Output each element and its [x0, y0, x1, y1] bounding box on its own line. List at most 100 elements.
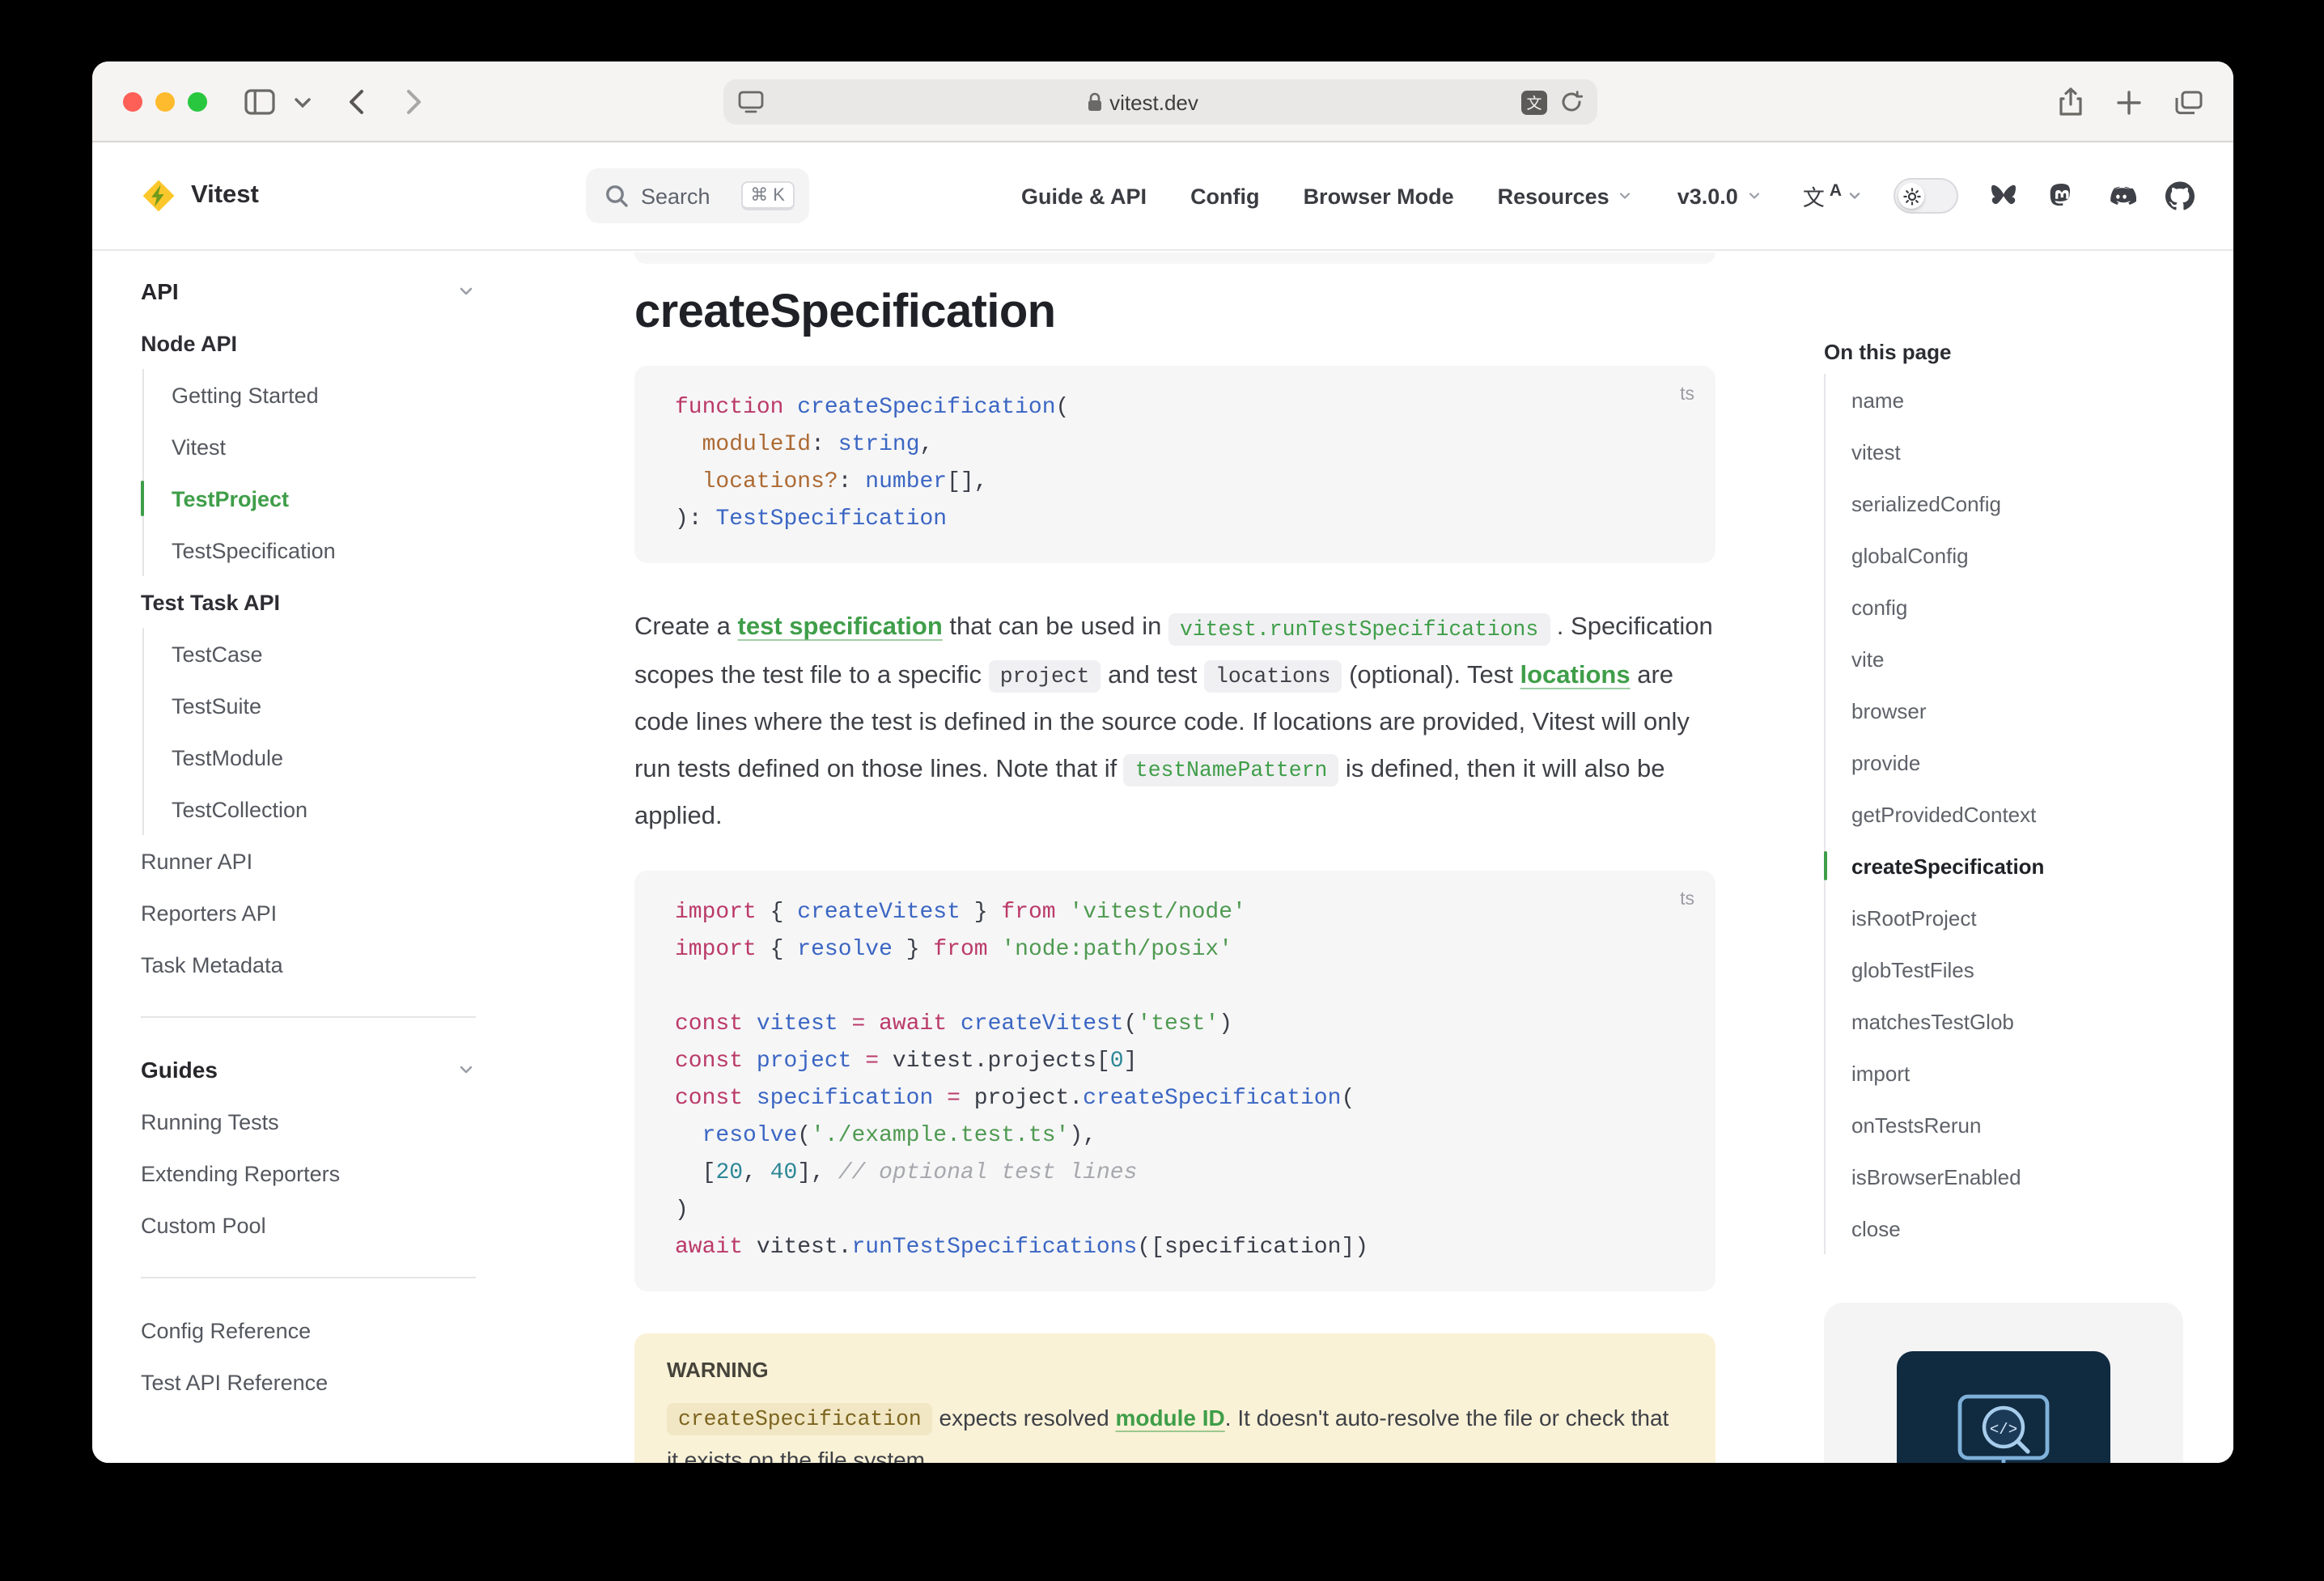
- sidebar-item-test-task-api[interactable]: Test Task API: [141, 576, 476, 628]
- sidebar-item-api[interactable]: API: [141, 265, 476, 317]
- mastodon-icon[interactable]: [2047, 181, 2076, 210]
- bluesky-icon[interactable]: [1989, 181, 2018, 210]
- sidebar-item-label: TestCollection: [172, 797, 307, 821]
- sidebar-item-test-api-reference[interactable]: Test API Reference: [141, 1356, 476, 1408]
- toc-item-globtestfiles[interactable]: globTestFiles: [1851, 943, 2199, 995]
- minimize-window-button[interactable]: [155, 91, 175, 111]
- toc-item-vite[interactable]: vite: [1851, 633, 2199, 685]
- code-token: vitest.: [743, 1234, 851, 1260]
- sidebar-item-label: Test API Reference: [141, 1370, 328, 1394]
- sidebar-item-testsuite[interactable]: TestSuite: [142, 680, 476, 731]
- nav-link-guide-api[interactable]: Guide & API: [1021, 184, 1147, 208]
- language-menu[interactable]: 文 A: [1803, 180, 1863, 212]
- sidebar-item-config-reference[interactable]: Config Reference: [141, 1304, 476, 1356]
- code-token: createVitest: [961, 1011, 1124, 1036]
- code-token: =: [947, 1085, 961, 1111]
- tab-overview-icon[interactable]: [2175, 90, 2203, 114]
- page-format-icon[interactable]: [738, 91, 764, 113]
- code-line: moduleId: string,: [675, 427, 1675, 464]
- sidebar-chevron-icon[interactable]: [295, 61, 311, 142]
- code-token: from: [933, 936, 987, 962]
- toc-item-getprovidedcontext[interactable]: getProvidedContext: [1851, 788, 2199, 840]
- code-token: specification: [757, 1085, 933, 1111]
- content-area[interactable]: createSpecification ts function createSp…: [531, 251, 2233, 1463]
- sidebar-item-label: Extending Reporters: [141, 1161, 340, 1185]
- share-icon[interactable]: [2059, 87, 2083, 117]
- code-token: 'node:path/posix': [1001, 936, 1232, 962]
- nav-link-browser-mode[interactable]: Browser Mode: [1304, 184, 1454, 208]
- inline-link[interactable]: module ID: [1115, 1404, 1224, 1430]
- toc-item-matchestestglob[interactable]: matchesTestGlob: [1851, 995, 2199, 1047]
- code-token: [743, 1011, 757, 1036]
- toc-item-vitest[interactable]: vitest: [1851, 426, 2199, 477]
- forward-button[interactable]: [406, 61, 422, 142]
- back-button[interactable]: [348, 61, 364, 142]
- close-window-button[interactable]: [123, 91, 142, 111]
- brand[interactable]: Vitest: [92, 142, 531, 251]
- inline-link[interactable]: locations: [1520, 661, 1631, 689]
- toc-item-import[interactable]: import: [1851, 1047, 2199, 1099]
- sponsor-card[interactable]: </>: [1824, 1303, 2183, 1463]
- sidebar-item-testmodule[interactable]: TestModule: [142, 731, 476, 783]
- sidebar-item-testproject[interactable]: TestProject: [142, 473, 476, 524]
- code-token: :: [838, 469, 866, 495]
- inline-code-link[interactable]: vitest.runTestSpecifications: [1168, 612, 1550, 645]
- sidebar-item-testcollection[interactable]: TestCollection: [142, 783, 476, 835]
- toc-item-createspecification[interactable]: createSpecification: [1851, 840, 2199, 892]
- toc-item-provide[interactable]: provide: [1851, 736, 2199, 788]
- lock-icon: [1087, 92, 1101, 112]
- translate-page-icon[interactable]: 文: [1521, 90, 1547, 114]
- sidebar-item-testspecification[interactable]: TestSpecification: [142, 524, 476, 576]
- sidebar-toggle-icon[interactable]: [244, 61, 275, 142]
- toc-item-config[interactable]: config: [1851, 581, 2199, 633]
- toc-item-browser[interactable]: browser: [1851, 685, 2199, 736]
- code-token: 40: [770, 1159, 798, 1185]
- sidebar-item-node-api[interactable]: Node API: [141, 317, 476, 369]
- nav-link-resources[interactable]: Resources: [1498, 184, 1634, 208]
- nav-link-v3-0-0[interactable]: v3.0.0: [1677, 184, 1762, 208]
- discord-icon[interactable]: [2106, 180, 2136, 211]
- search-input[interactable]: Search ⌘ K: [586, 168, 809, 223]
- sidebar-item-testcase[interactable]: TestCase: [142, 628, 476, 680]
- github-icon[interactable]: [2165, 181, 2195, 210]
- toc-item-close[interactable]: close: [1851, 1202, 2199, 1254]
- new-tab-icon[interactable]: [2117, 90, 2141, 114]
- toc-item-globalconfig[interactable]: globalConfig: [1851, 529, 2199, 581]
- address-bar[interactable]: vitest.dev 文: [723, 79, 1597, 125]
- sidebar-item-guides[interactable]: Guides: [141, 1044, 476, 1096]
- inline-link[interactable]: test specification: [738, 613, 943, 641]
- sidebar-item-vitest[interactable]: Vitest: [142, 421, 476, 473]
- sidebar-item-task-metadata[interactable]: Task Metadata: [141, 939, 476, 990]
- inline-code-link[interactable]: testNamePattern: [1124, 754, 1338, 786]
- toc-item-isbrowserenabled[interactable]: isBrowserEnabled: [1851, 1151, 2199, 1202]
- theme-toggle[interactable]: [1894, 178, 1958, 214]
- toc-item-serializedconfig[interactable]: serializedConfig: [1851, 477, 2199, 529]
- sidebar-item-extending-reporters[interactable]: Extending Reporters: [141, 1147, 476, 1199]
- sidebar-item-custom-pool[interactable]: Custom Pool: [141, 1199, 476, 1251]
- code-token: createSpecification: [797, 395, 1055, 421]
- code-token: ([specification]): [1137, 1234, 1368, 1260]
- sidebar-item-runner-api[interactable]: Runner API: [141, 835, 476, 887]
- top-nav: Guide & API Config Browser Mode Resources v3…: [1021, 184, 1762, 208]
- code-token: (: [1056, 395, 1070, 421]
- warning-body: createSpecification expects resolved mod…: [667, 1397, 1683, 1463]
- code-token: ): [1219, 1011, 1232, 1036]
- code-line: const specification = project.createSpec…: [675, 1080, 1675, 1117]
- code-token: ):: [675, 507, 715, 532]
- on-this-page: On this page namevitestserializedConfigg…: [1824, 340, 2199, 1254]
- sidebar-item-getting-started[interactable]: Getting Started: [142, 369, 476, 421]
- code-token: [743, 1085, 757, 1111]
- reload-icon[interactable]: [1560, 91, 1583, 113]
- sidebar-item-running-tests[interactable]: Running Tests: [141, 1096, 476, 1147]
- toc-item-isrootproject[interactable]: isRootProject: [1851, 892, 2199, 943]
- sidebar-item-label: Guides: [141, 1057, 218, 1083]
- toc-item-ontestsrerun[interactable]: onTestsRerun: [1851, 1099, 2199, 1151]
- toc-item-name[interactable]: name: [1851, 374, 2199, 426]
- code-token: vitest.projects[: [879, 1048, 1110, 1074]
- code-token: {: [757, 899, 797, 925]
- code-line: function createSpecification(: [675, 390, 1675, 427]
- sidebar-item-label: Task Metadata: [141, 952, 283, 977]
- nav-link-config[interactable]: Config: [1190, 184, 1260, 208]
- sidebar-item-reporters-api[interactable]: Reporters API: [141, 887, 476, 939]
- zoom-window-button[interactable]: [188, 91, 207, 111]
